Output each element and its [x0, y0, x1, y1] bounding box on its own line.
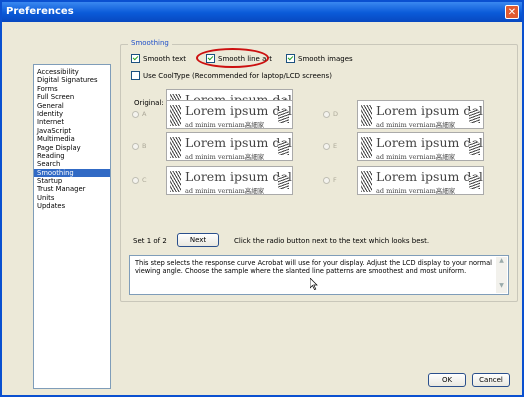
- set-label: Set 1 of 2: [133, 237, 167, 245]
- category-item[interactable]: Units: [34, 194, 110, 202]
- sample-line1: Lorem ipsum dolor: [376, 103, 483, 118]
- ok-button[interactable]: OK: [428, 373, 466, 387]
- radio-circle[interactable]: [323, 110, 330, 118]
- sample-line1: Lorem ipsum dolor: [185, 103, 292, 118]
- sample-e: Lorem ipsum dolor ad minim verniam高細家: [357, 132, 484, 161]
- description-box[interactable]: This step selects the response curve Acr…: [129, 255, 509, 295]
- checkbox-box[interactable]: [131, 71, 140, 80]
- next-button[interactable]: Next: [177, 233, 219, 247]
- sample-line2: ad minim verniam高細家: [185, 121, 265, 129]
- option-radio[interactable]: E: [323, 142, 337, 150]
- close-button[interactable]: ✕: [505, 5, 519, 19]
- category-item[interactable]: Trust Manager: [34, 185, 110, 193]
- instruction-text: Click the radio button next to the text …: [234, 237, 430, 245]
- category-item[interactable]: Reading: [34, 152, 110, 160]
- mouse-cursor-icon: [310, 278, 318, 290]
- smooth-images-checkbox[interactable]: Smooth images: [286, 54, 353, 63]
- category-item[interactable]: Internet: [34, 118, 110, 126]
- option-letter: B: [142, 142, 147, 150]
- sample-f: Lorem ipsum dolor ad minim verniam高細家: [357, 166, 484, 195]
- slant-pattern-left: [170, 105, 181, 126]
- original-label: Original:: [134, 99, 164, 107]
- radio-circle[interactable]: [132, 142, 139, 150]
- option-letter: F: [333, 176, 337, 184]
- sample-line2: ad minim verniam高細家: [376, 121, 456, 129]
- category-item[interactable]: Updates: [34, 202, 110, 210]
- checkbox-box[interactable]: [286, 54, 295, 63]
- category-item[interactable]: Forms: [34, 85, 110, 93]
- option-radio[interactable]: D: [323, 110, 338, 118]
- sample-line2: ad minim verniam高細家: [376, 187, 456, 195]
- title-bar[interactable]: Preferences ✕: [2, 2, 522, 22]
- category-item[interactable]: Digital Signatures: [34, 76, 110, 84]
- slant-pattern-left: [361, 171, 372, 192]
- slant-pattern-right: [278, 176, 289, 189]
- category-item[interactable]: Smoothing: [34, 168, 110, 178]
- description-scrollbar[interactable]: ▲ ▼: [496, 257, 507, 293]
- slant-pattern-left: [361, 137, 372, 158]
- option-letter: C: [142, 176, 147, 184]
- categories-list[interactable]: Accessibility Digital Signatures Forms Full…: [33, 64, 111, 389]
- option-letter: E: [333, 142, 338, 150]
- radio-circle[interactable]: [323, 176, 330, 184]
- sample-b: Lorem ipsum dolor ad minim verniam高細家: [166, 132, 293, 161]
- sample-a: Lorem ipsum dolor ad minim verniam高細家: [166, 100, 293, 129]
- slant-pattern-right: [469, 110, 480, 123]
- sample-line2: ad minim verniam高細家: [185, 153, 265, 161]
- category-item[interactable]: General: [34, 102, 110, 110]
- category-item[interactable]: Accessibility: [34, 68, 110, 76]
- smooth-text-checkbox[interactable]: Smooth text: [131, 54, 186, 63]
- slant-pattern-left: [170, 137, 181, 158]
- category-item[interactable]: Identity: [34, 110, 110, 118]
- category-item[interactable]: Full Screen: [34, 93, 110, 101]
- sample-line2: ad minim verniam高細家: [376, 153, 456, 161]
- radio-circle[interactable]: [132, 110, 139, 118]
- checkbox-box[interactable]: [131, 54, 140, 63]
- slant-pattern-right: [469, 142, 480, 155]
- slant-pattern-right: [469, 176, 480, 189]
- slant-pattern-left: [170, 171, 181, 192]
- group-title: Smoothing: [128, 39, 172, 47]
- category-item[interactable]: Page Display: [34, 144, 110, 152]
- sample-line1: Lorem ipsum dolor: [185, 135, 292, 150]
- radio-circle[interactable]: [132, 176, 139, 184]
- option-radio[interactable]: A: [132, 110, 146, 118]
- category-item[interactable]: Multimedia: [34, 135, 110, 143]
- slant-pattern-left: [361, 105, 372, 126]
- slant-pattern-right: [278, 110, 289, 123]
- cancel-button[interactable]: Cancel: [472, 373, 510, 387]
- checkbox-label: Smooth text: [143, 54, 187, 63]
- option-radio[interactable]: B: [132, 142, 146, 150]
- sample-c: Lorem ipsum dolor ad minim verniam高細家: [166, 166, 293, 195]
- radio-circle[interactable]: [323, 142, 330, 150]
- option-letter: D: [333, 110, 339, 118]
- sample-line2: ad minim verniam高細家: [185, 187, 265, 195]
- option-letter: A: [142, 110, 147, 118]
- option-radio[interactable]: C: [132, 176, 147, 184]
- option-radio[interactable]: F: [323, 176, 337, 184]
- sample-line1: Lorem ipsum dolor: [376, 135, 483, 150]
- window-title: Preferences: [6, 6, 74, 17]
- checkbox-label: Smooth images: [298, 54, 353, 63]
- category-item[interactable]: Startup: [34, 177, 110, 185]
- close-icon: ✕: [507, 7, 517, 18]
- category-item[interactable]: Search: [34, 160, 110, 168]
- sample-line1: Lorem ipsum dolor: [185, 169, 292, 184]
- slant-pattern-right: [278, 142, 289, 155]
- sample-line1: Lorem ipsum dolor: [376, 169, 483, 184]
- description-text: This step selects the response curve Acr…: [135, 259, 492, 276]
- cooltype-checkbox[interactable]: Use CoolType (Recommended for laptop/LCD…: [131, 71, 332, 80]
- category-item[interactable]: JavaScript: [34, 127, 110, 135]
- highlight-ring: [196, 48, 269, 68]
- sample-d: Lorem ipsum dolor ad minim verniam高細家: [357, 100, 484, 129]
- checkbox-label: Use CoolType (Recommended for laptop/LCD…: [143, 71, 332, 80]
